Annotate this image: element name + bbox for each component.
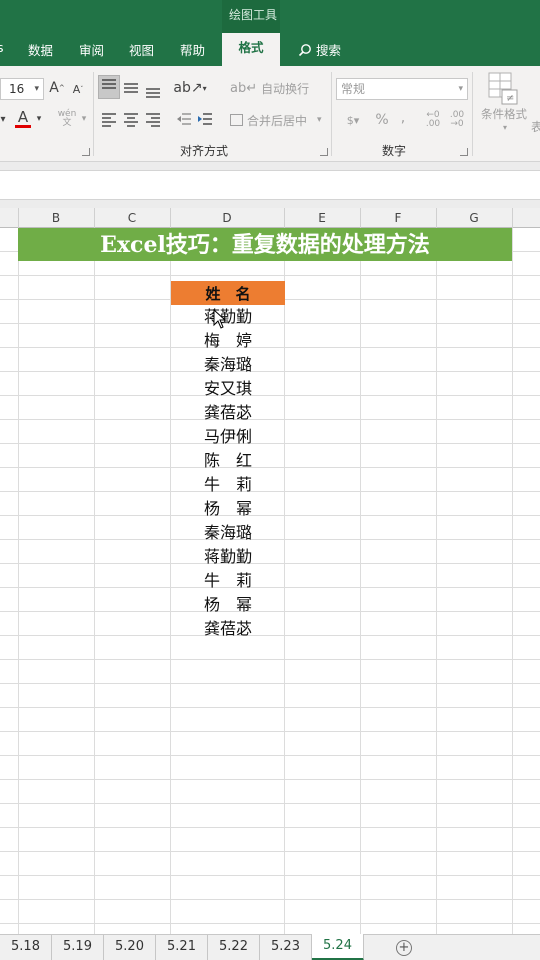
name-cell[interactable]: 牛 莉 <box>171 569 285 593</box>
column-header-g[interactable]: G <box>436 211 512 225</box>
sheet-title-cell[interactable]: Excel技巧：重复数据的处理方法 <box>18 228 512 261</box>
sheet-tab[interactable]: 5.19 <box>52 935 104 960</box>
chevron-down-icon: ▾ <box>34 84 39 94</box>
column-header-b[interactable]: B <box>18 211 94 225</box>
number-format-box[interactable]: 常规 ▾ <box>336 78 468 100</box>
column-header-row: B C D E F G <box>0 208 540 228</box>
chevron-down-icon: ▾ <box>502 122 507 132</box>
column-header-e[interactable]: E <box>284 211 360 225</box>
svg-text:≠: ≠ <box>506 93 514 104</box>
tab-format[interactable]: 格式 <box>222 33 280 66</box>
comma-button[interactable]: , <box>398 108 408 128</box>
grow-font-icon[interactable]: A ^ <box>49 78 64 98</box>
formula-bar[interactable] <box>0 170 540 200</box>
name-cell[interactable]: 蒋勤勤 <box>171 545 285 569</box>
sheet-tab[interactable]: 5.22 <box>208 935 260 960</box>
sheet-tab[interactable]: 5.21 <box>156 935 208 960</box>
align-right-icon[interactable] <box>145 111 161 127</box>
wrap-text-icon: ab↵ <box>230 80 258 96</box>
group-separator <box>472 72 473 156</box>
chevron-down-icon: ▾ <box>317 115 322 125</box>
search-label: 搜索 <box>316 43 342 58</box>
font-color-button[interactable]: A <box>14 108 32 130</box>
name-cell[interactable]: 秦海璐 <box>171 353 285 377</box>
mouse-cursor-icon <box>213 309 227 329</box>
wrap-text-button[interactable]: ab↵ 自动换行 <box>230 78 309 98</box>
chevron-down-icon: ▾ <box>81 114 87 124</box>
alignment-dialog-launcher[interactable] <box>320 148 328 156</box>
align-top-icon[interactable] <box>101 78 117 94</box>
formula-spacer <box>0 200 540 208</box>
column-header-c[interactable]: C <box>94 211 170 225</box>
conditional-format-label[interactable]: 条件格式 <box>478 106 530 122</box>
alignment-group-label: 对齐方式 <box>180 144 229 158</box>
align-middle-icon[interactable] <box>123 80 139 96</box>
tell-me-search[interactable]: 搜索 <box>298 40 341 59</box>
tab-partial-edge[interactable]: s <box>0 40 4 55</box>
chevron-down-icon: ▾ <box>36 114 42 124</box>
shrink-font-icon[interactable]: Aˇ <box>72 80 84 98</box>
align-center-icon[interactable] <box>123 111 139 127</box>
name-cell[interactable]: 蒋勤勤 <box>171 305 285 329</box>
format-as-table-label-partial[interactable]: 表 <box>531 118 540 134</box>
increase-decimal-icon[interactable]: ←0.00 <box>424 110 442 130</box>
name-cell[interactable]: 马伊俐 <box>171 425 285 449</box>
decrease-decimal-icon[interactable]: .00 →0 <box>448 110 466 130</box>
name-cell[interactable]: 牛 莉 <box>171 473 285 497</box>
align-left-icon[interactable] <box>101 111 117 127</box>
gridline <box>18 228 19 934</box>
accounting-format-icon[interactable]: $▾ <box>338 110 368 130</box>
column-divider <box>512 208 513 228</box>
group-separator <box>93 72 94 156</box>
gridline <box>360 228 361 934</box>
sheet-tab-active[interactable]: 5.24 <box>312 934 364 960</box>
column-header-d[interactable]: D <box>170 211 284 225</box>
merge-cells-icon <box>230 114 243 126</box>
name-cell[interactable]: 杨 幂 <box>171 593 285 617</box>
group-separator <box>331 72 332 156</box>
number-dialog-launcher[interactable] <box>460 148 468 156</box>
name-cell[interactable]: 龚蓓苾 <box>171 401 285 425</box>
tab-review[interactable]: 审阅 <box>79 40 104 59</box>
conditional-format-icon[interactable]: ≠ <box>488 72 518 106</box>
decrease-indent-icon[interactable] <box>176 111 192 127</box>
name-cell[interactable]: 秦海璐 <box>171 521 285 545</box>
gridline <box>512 228 513 934</box>
font-dialog-launcher[interactable] <box>82 148 90 156</box>
tab-help[interactable]: 帮助 <box>180 40 205 59</box>
sheet-tab[interactable]: 5.20 <box>104 935 156 960</box>
merge-center-button[interactable]: 合并后居中 ▾ <box>230 110 322 130</box>
search-icon <box>298 43 311 56</box>
ribbon-tab-bar: 绘图工具 s 数据 审阅 视图 帮助 格式 搜索 <box>0 0 540 66</box>
font-size-box[interactable]: 16 ▾ <box>0 78 44 100</box>
font-color-icon: A <box>17 108 29 126</box>
orientation-icon[interactable]: ab↗ ▾ <box>173 78 206 98</box>
add-sheet-icon[interactable]: + <box>396 940 412 956</box>
ribbon-spacer <box>0 162 540 170</box>
column-header-f[interactable]: F <box>360 211 436 225</box>
name-cell[interactable]: 安又琪 <box>171 377 285 401</box>
gridline <box>436 228 437 934</box>
gridline <box>94 228 95 934</box>
ribbon-body: 16 ▾ A ^ Aˇ ▾ A ▾ wén 文 ▾ ab↗ ▾ ab↵ 自动换行 合并后居… <box>0 66 540 162</box>
number-group-label: 数字 <box>382 144 407 158</box>
name-header-cell[interactable]: 姓 名 <box>171 281 285 305</box>
tab-view[interactable]: 视图 <box>129 40 154 59</box>
sheet-tab[interactable]: 5.18 <box>0 935 52 960</box>
sheet-tab[interactable]: 5.23 <box>260 935 312 960</box>
percent-button[interactable]: % <box>374 110 390 130</box>
context-tab-title: 绘图工具 <box>228 8 277 22</box>
sheet-tab-bar: 5.18 5.19 5.20 5.21 5.22 5.23 5.24 + <box>0 934 540 960</box>
name-cell[interactable]: 陈 红 <box>171 449 285 473</box>
name-cell[interactable]: 杨 幂 <box>171 497 285 521</box>
increase-indent-icon[interactable] <box>197 111 213 127</box>
name-cell[interactable]: 龚蓓苾 <box>171 617 285 641</box>
chevron-down-icon: ▾ <box>458 84 463 94</box>
phonetic-guide-icon[interactable]: wén 文 <box>56 108 78 130</box>
tab-data[interactable]: 数据 <box>28 40 53 59</box>
name-cell[interactable]: 梅 婷 <box>171 329 285 353</box>
align-bottom-icon[interactable] <box>145 83 161 99</box>
dropdown-arrow-icon[interactable]: ▾ <box>0 110 8 128</box>
